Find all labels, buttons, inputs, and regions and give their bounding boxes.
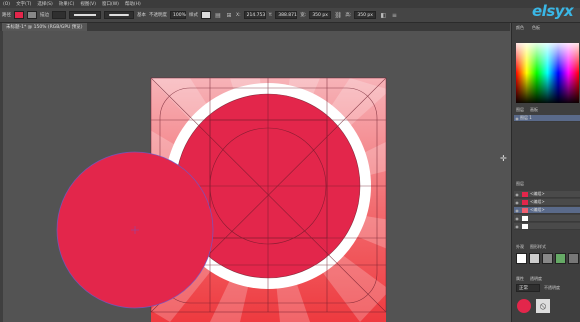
layer-name: 图层 1	[520, 115, 532, 120]
layer-row-group-2[interactable]: ◉ <编组>	[514, 199, 580, 206]
tab-color[interactable]: 颜色	[516, 25, 524, 31]
tab-layers[interactable]: 图层	[516, 107, 524, 113]
eye-icon[interactable]: ◉	[514, 216, 520, 221]
layer-row-group-1[interactable]: ◉ <编组>	[514, 191, 580, 198]
tab-swatches[interactable]: 色板	[532, 25, 540, 31]
layer-thumbnail	[522, 199, 528, 205]
layer-thumbnail	[522, 207, 528, 213]
layer-thumbnail	[522, 223, 528, 229]
move-cursor-icon: ✛	[500, 154, 507, 163]
watermark-logo: elsyx	[532, 2, 574, 20]
eye-icon[interactable]: ◉	[514, 200, 520, 205]
opacity-label-panel: 不透明度	[544, 285, 560, 290]
layer-item-label: <编组>	[530, 199, 545, 204]
blend-mode-select[interactable]: 正常	[516, 284, 540, 292]
layer-row-1[interactable]: ◉ 图层 1	[514, 115, 580, 122]
tab-appearance[interactable]: 外观	[516, 244, 524, 250]
layer-row-group-3[interactable]: ◉ <编组>	[514, 207, 580, 214]
style-thumb[interactable]	[555, 253, 566, 264]
layer-item-label: <编组>	[530, 207, 545, 212]
eye-icon[interactable]: ◉	[514, 224, 520, 229]
graphic-style-thumbnails	[516, 253, 579, 264]
style-thumb[interactable]	[529, 253, 540, 264]
make-mask-icon[interactable]: ⦸	[536, 299, 550, 313]
tab-layers-lower[interactable]: 图层	[516, 181, 524, 187]
style-thumb[interactable]	[568, 253, 579, 264]
layer-row-4[interactable]: ◉	[514, 215, 580, 222]
right-panel-dock: 颜色 色板 图层 画板 ◉ 图层 1 图层 ◉ <编组> ◉ <编组> ◉ <编…	[511, 23, 580, 322]
tab-transparency[interactable]: 透明度	[530, 276, 542, 282]
layer-row-5[interactable]: ◉	[514, 223, 580, 230]
style-thumb[interactable]	[516, 253, 527, 264]
layer-thumbnail	[522, 191, 528, 197]
transparency-thumbnail	[517, 299, 531, 313]
style-thumb[interactable]	[542, 253, 553, 264]
eye-icon[interactable]: ◉	[514, 208, 520, 213]
color-spectrum-picker[interactable]	[516, 43, 579, 103]
eye-icon[interactable]: ◉	[514, 192, 520, 197]
tab-attributes[interactable]: 属性	[516, 276, 524, 282]
layer-thumbnail	[522, 215, 528, 221]
layer-item-label: <编组>	[530, 191, 545, 196]
tab-artboards[interactable]: 画板	[530, 107, 538, 113]
artboard-canvas[interactable]	[0, 0, 580, 322]
tab-graphic-styles[interactable]: 图形样式	[530, 244, 546, 250]
